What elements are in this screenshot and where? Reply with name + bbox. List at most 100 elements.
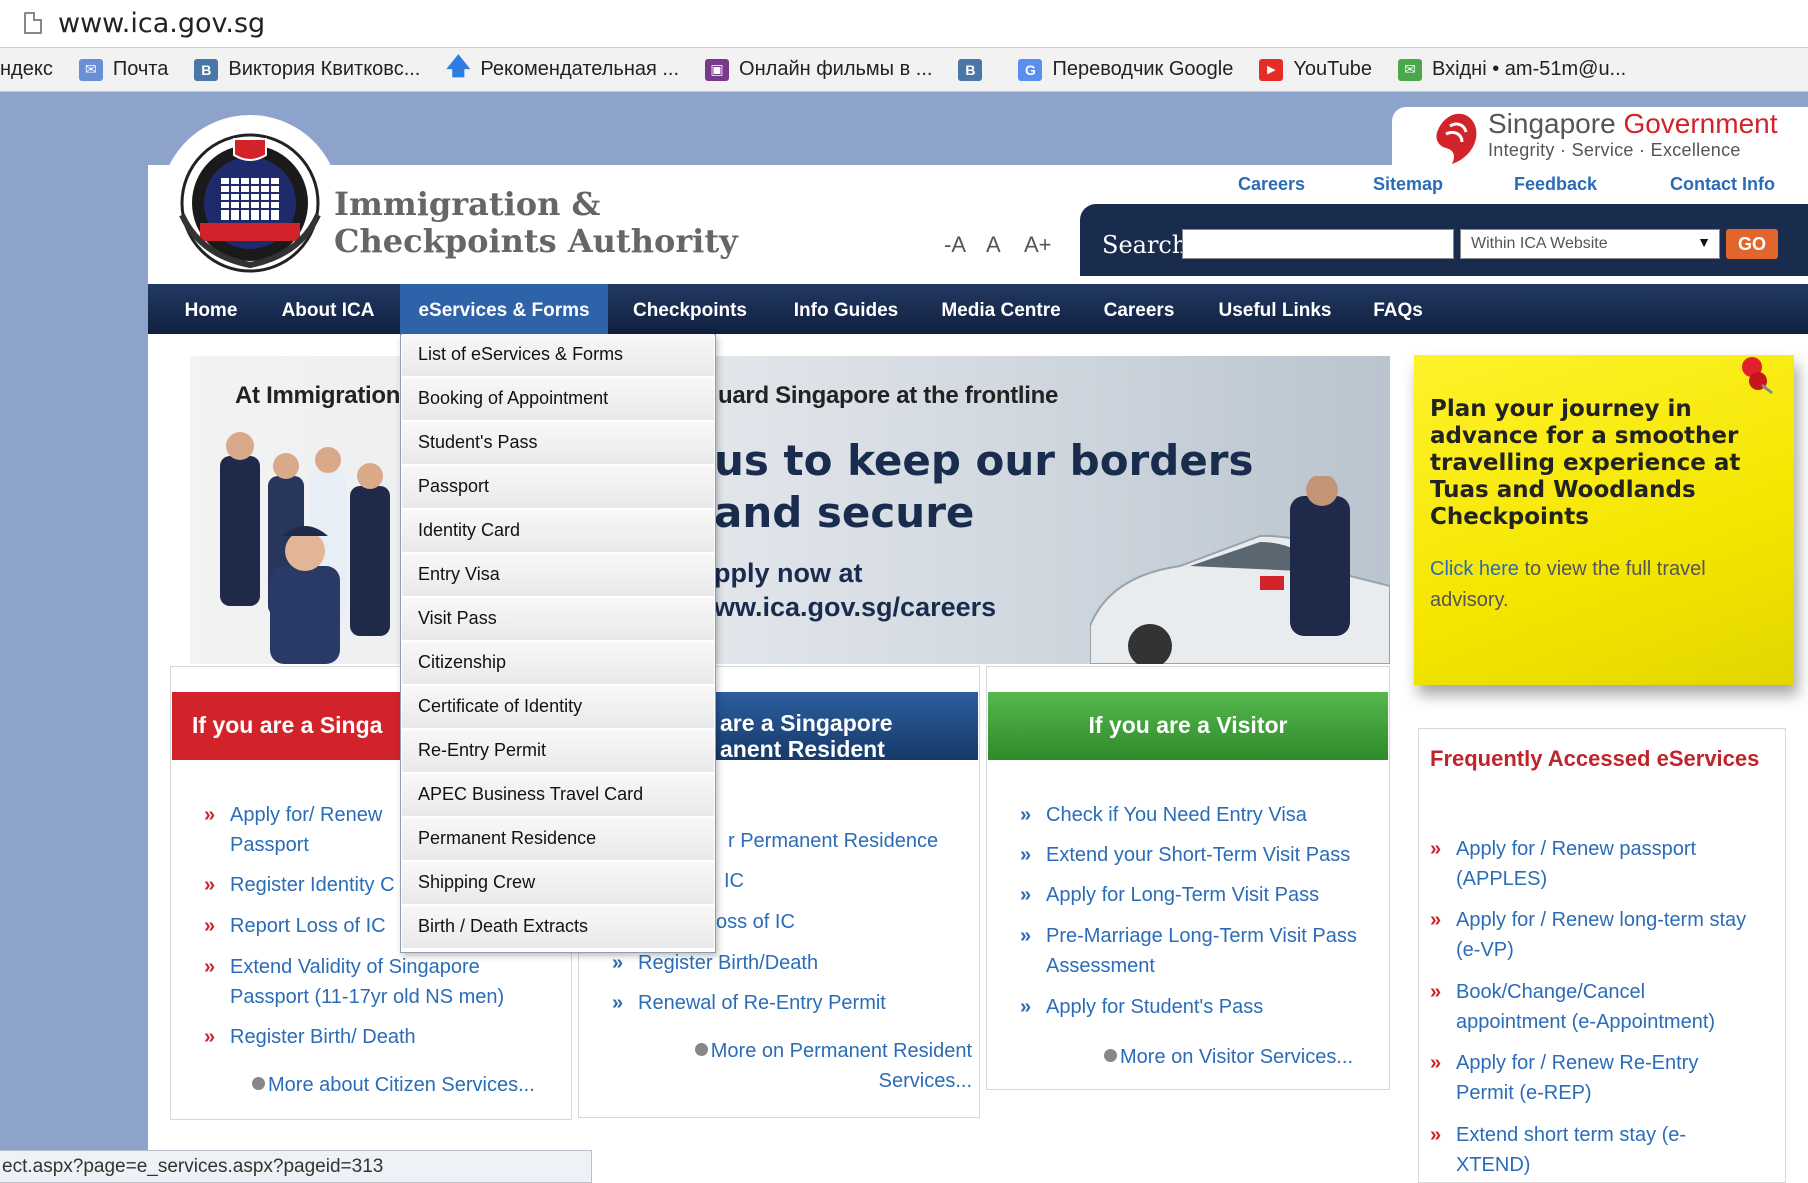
nav-checkpoints[interactable]: Checkpoints [624, 284, 756, 334]
bookmark-youtube[interactable]: ▶ YouTube [1247, 58, 1386, 81]
bookmark-recommend[interactable]: 🡅 Рекомендательная ... [434, 53, 693, 81]
menu-item-students-pass[interactable]: Student's Pass [402, 422, 714, 465]
browser-status-bar: ect.aspx?page=e_services.aspx?pageid=313 [0, 1150, 592, 1183]
nav-info-guides[interactable]: Info Guides [784, 284, 908, 334]
search-go-button[interactable]: GO [1726, 229, 1778, 259]
toplink-sitemap[interactable]: Sitemap [1373, 174, 1443, 195]
search-input[interactable] [1182, 229, 1454, 259]
menu-item-passport[interactable]: Passport [402, 466, 714, 509]
menu-item-apec-card[interactable]: APEC Business Travel Card [402, 774, 714, 817]
inbox-icon: ✉ [1397, 58, 1422, 81]
nav-faqs[interactable]: FAQs [1366, 284, 1430, 334]
visitor-link-entry-visa[interactable]: » Check if You Need Entry Visa [1020, 800, 1307, 830]
link-text: Apply for / Renew passport [1456, 838, 1697, 860]
nav-careers[interactable]: Careers [1096, 284, 1182, 334]
bookmark-label: ндекс [0, 58, 53, 80]
font-size-decrease[interactable]: -A [944, 232, 966, 258]
citizen-link-report-loss-ic[interactable]: » Report Loss of IC [204, 911, 386, 941]
link-text: More on Visitor Services... [1120, 1046, 1354, 1068]
link-text: Renewal of Re-Entry Permit [638, 992, 886, 1014]
banner-heading-left: At Immigration & [235, 382, 424, 409]
font-size-normal[interactable]: A [986, 232, 1001, 258]
menu-item-visit-pass[interactable]: Visit Pass [402, 598, 714, 641]
pr-heading-line1: are a Singapore [720, 710, 893, 736]
citizen-link-renew-passport[interactable]: » Apply for/ Renew Passport [204, 800, 382, 860]
nav-about-ica[interactable]: About ICA [272, 284, 384, 334]
link-text: Check if You Need Entry Visa [1046, 804, 1307, 826]
link-text: Services... [878, 1070, 972, 1092]
link-text: oss of IC [716, 911, 795, 933]
url-text[interactable]: www.ica.gov.sg [58, 8, 265, 39]
freq-link-apples[interactable]: » Apply for / Renew passport (APPLES) [1430, 834, 1697, 894]
menu-item-citizenship[interactable]: Citizenship [402, 642, 714, 685]
menu-item-identity-card[interactable]: Identity Card [402, 510, 714, 553]
nav-home[interactable]: Home [168, 284, 254, 334]
bookmark-label: Почта [112, 58, 169, 80]
visitor-link-ltvp[interactable]: » Apply for Long-Term Visit Pass [1020, 880, 1320, 910]
link-text: Register Birth/Death [638, 952, 819, 974]
plus-circle-icon [694, 1043, 708, 1056]
chevron-right-icon: » [1430, 838, 1442, 860]
menu-item-birth-death-extracts[interactable]: Birth / Death Extracts [402, 906, 714, 949]
chevron-right-icon: » [1430, 981, 1442, 1003]
menu-item-list-eservices[interactable]: List of eServices & Forms [402, 334, 714, 377]
bookmark-inbox[interactable]: ✉ Вхідні • am-51m@u... [1386, 58, 1640, 81]
lion-head-icon [1436, 113, 1477, 164]
menu-item-permanent-residence[interactable]: Permanent Residence [402, 818, 714, 861]
bookmark-translate[interactable]: G Переводчик Google [1006, 58, 1247, 81]
visitor-link-extend-stvp[interactable]: » Extend your Short-Term Visit Pass [1020, 840, 1350, 870]
visitor-link-pre-marriage[interactable]: » Pre-Marriage Long-Term Visit Pass Assess… [1020, 921, 1357, 981]
citizen-link-extend-passport[interactable]: » Extend Validity of Singapore Passport (1… [204, 952, 504, 1012]
car-checkpoint-photo [1090, 476, 1390, 664]
toplink-contact-info[interactable]: Contact Info [1670, 174, 1775, 195]
pr-more-link[interactable]: More on Permanent Resident Services... [672, 1036, 972, 1096]
menu-item-shipping-crew[interactable]: Shipping Crew [402, 862, 714, 905]
freq-link-evp[interactable]: » Apply for / Renew long-term stay (e-VP) [1430, 905, 1746, 965]
chevron-right-icon: » [1020, 884, 1032, 906]
freq-link-eappointment[interactable]: » Book/Change/Cancel appointment (e-Appoin… [1430, 977, 1715, 1037]
toplink-feedback[interactable]: Feedback [1514, 174, 1597, 195]
freq-link-extend[interactable]: » Extend short term stay (e- XTEND) [1430, 1120, 1686, 1180]
citizen-more-link[interactable]: More about Citizen Services... [252, 1070, 535, 1100]
pr-link-renew-reentry[interactable]: » Renewal of Re-Entry Permit [612, 988, 886, 1018]
visitor-more-link[interactable]: More on Visitor Services... [1104, 1042, 1353, 1072]
link-text: IC [724, 870, 744, 892]
agency-name[interactable]: Immigration & Checkpoints Authority [334, 186, 738, 260]
link-text: Apply for Long-Term Visit Pass [1046, 884, 1320, 906]
nav-eservices-forms[interactable]: eServices & Forms [400, 284, 608, 334]
nav-media-centre[interactable]: Media Centre [934, 284, 1068, 334]
link-text: More about Citizen Services... [268, 1074, 535, 1096]
menu-item-reentry-permit[interactable]: Re-Entry Permit [402, 730, 714, 773]
banner-slogan-line2: and secure [714, 488, 975, 537]
link-text: Apply for / Renew Re-Entry [1456, 1052, 1699, 1074]
bookmark-vk[interactable]: B [946, 58, 1006, 81]
font-size-increase[interactable]: A+ [1024, 232, 1052, 258]
youtube-icon: ▶ [1259, 58, 1284, 81]
link-text: (APPLES) [1456, 868, 1548, 890]
ica-crest-logo[interactable] [170, 125, 330, 275]
citizen-link-register-ic[interactable]: » Register Identity C [204, 870, 395, 900]
citizen-link-register-birth[interactable]: » Register Birth/ Death [204, 1022, 416, 1052]
bookmark-mail[interactable]: ✉ Почта [67, 58, 183, 81]
nav-useful-links[interactable]: Useful Links [1208, 284, 1342, 334]
bookmark-vk-profile[interactable]: B Виктория Квитковс... [182, 58, 434, 81]
menu-item-booking-appointment[interactable]: Booking of Appointment [402, 378, 714, 421]
visitor-link-students-pass[interactable]: » Apply for Student's Pass [1020, 992, 1263, 1022]
banner-slogan-line1: us to keep our borders [714, 436, 1254, 485]
pr-link-permanent-residence[interactable]: r Permanent Residence [728, 826, 938, 856]
address-bar[interactable]: www.ica.gov.sg [0, 0, 1808, 48]
chevron-right-icon: » [1020, 925, 1032, 947]
bookmark-yandex[interactable]: ндекс [0, 58, 67, 81]
bookmark-films[interactable]: ▣ Онлайн фильмы в ... [693, 58, 946, 81]
menu-item-certificate-identity[interactable]: Certificate of Identity [402, 686, 714, 729]
chevron-right-icon: » [1020, 996, 1032, 1018]
menu-item-entry-visa[interactable]: Entry Visa [402, 554, 714, 597]
travel-advisory-title: Plan your journey in advance for a smoot… [1430, 396, 1741, 530]
freq-link-erep[interactable]: » Apply for / Renew Re-Entry Permit (e-REP… [1430, 1048, 1699, 1108]
gov-title[interactable]: Singapore Government [1488, 108, 1778, 140]
search-scope-select[interactable]: Within ICA Website ▼ [1460, 229, 1720, 259]
travel-advisory-link[interactable]: Click here [1430, 558, 1519, 580]
pr-link-loss-ic[interactable]: oss of IC [716, 907, 795, 937]
pr-link-ic[interactable]: IC [724, 866, 744, 896]
toplink-careers[interactable]: Careers [1238, 174, 1305, 195]
